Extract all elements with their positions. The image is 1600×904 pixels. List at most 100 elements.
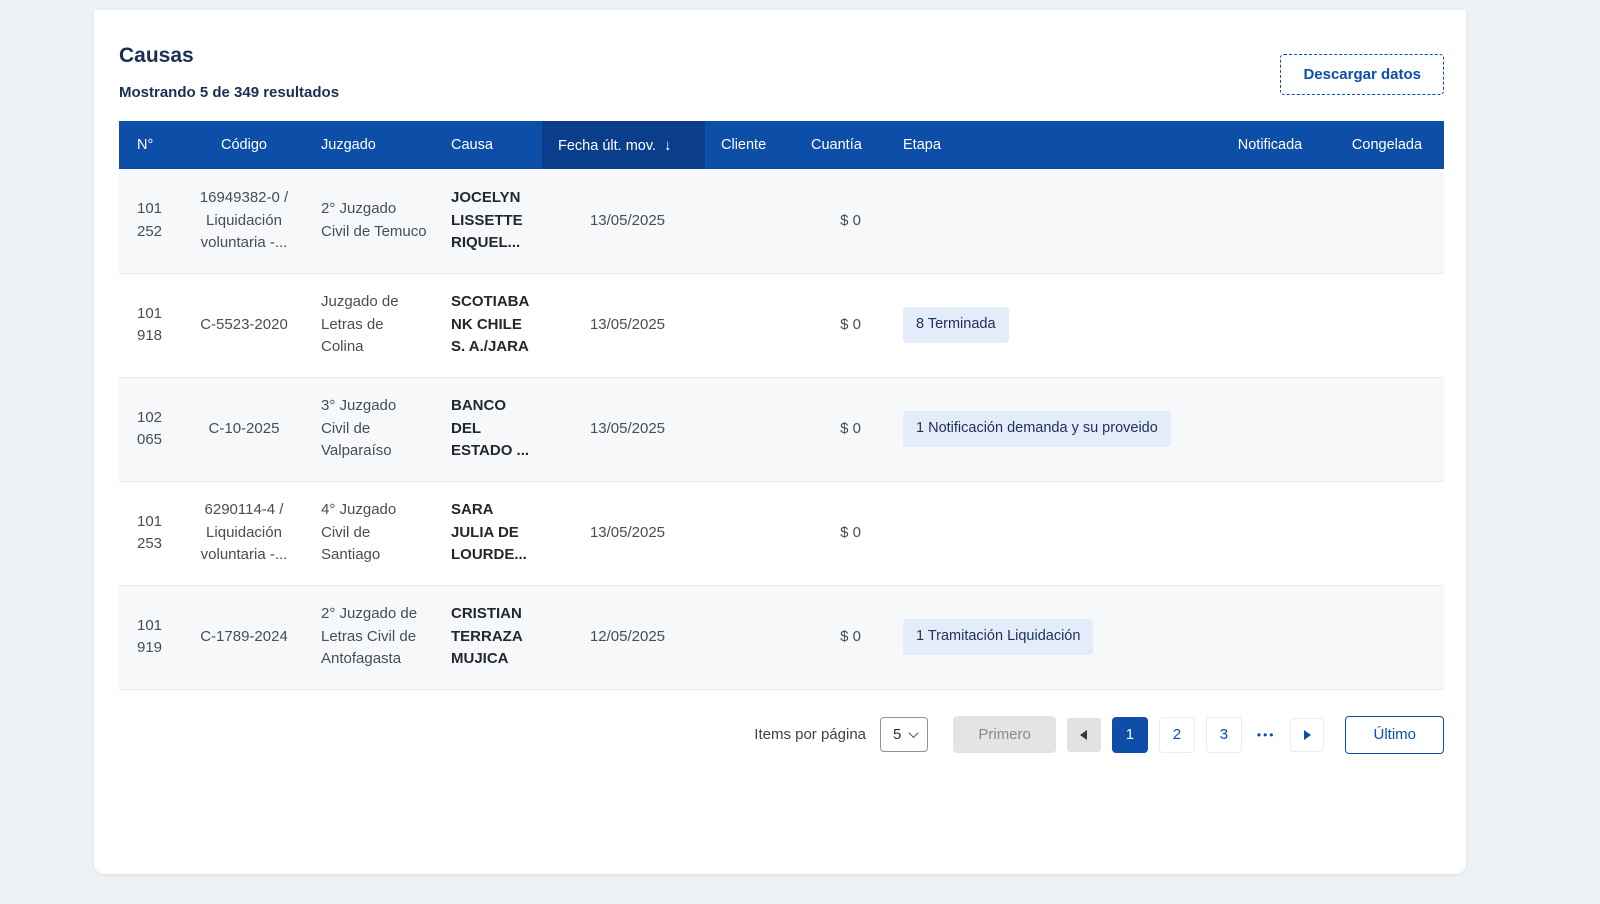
column-header-etapa[interactable]: Etapa xyxy=(875,121,1210,169)
cell-numero: 101 252 xyxy=(119,169,183,273)
cell-etapa xyxy=(875,169,1210,273)
cell-cuantia: $ 0 xyxy=(795,169,875,273)
download-data-button[interactable]: Descargar datos xyxy=(1280,54,1444,95)
cell-cliente xyxy=(705,169,795,273)
content-card: Causas Mostrando 5 de 349 resultados Des… xyxy=(94,10,1466,874)
cell-congelada xyxy=(1330,585,1444,689)
page-size-value: 5 xyxy=(893,726,901,743)
column-header-juzgado[interactable]: Juzgado xyxy=(305,121,435,169)
cell-fecha-ult-mov: 13/05/2025 xyxy=(542,481,705,585)
chevron-left-icon xyxy=(1080,730,1087,740)
table-row[interactable]: 101 253 6290114-4 / Liquidación voluntar… xyxy=(119,481,1444,585)
cell-codigo: 16949382-0 / Liquidación voluntaria -... xyxy=(183,169,305,273)
cell-cliente xyxy=(705,585,795,689)
column-header-fecha-ult-mov[interactable]: Fecha últ. mov. ↓ xyxy=(542,121,705,169)
cell-codigo: C-10-2025 xyxy=(183,377,305,481)
cell-numero: 101 919 xyxy=(119,585,183,689)
sort-descending-icon: ↓ xyxy=(664,137,672,154)
cell-notificada xyxy=(1210,273,1330,377)
etapa-badge: 1 Notificación demanda y su proveido xyxy=(903,411,1171,447)
cell-congelada xyxy=(1330,377,1444,481)
cell-codigo: C-5523-2020 xyxy=(183,273,305,377)
cell-cliente xyxy=(705,481,795,585)
title-block: Causas Mostrando 5 de 349 resultados xyxy=(119,40,339,101)
cell-congelada xyxy=(1330,481,1444,585)
column-header-notificada[interactable]: Notificada xyxy=(1210,121,1330,169)
cell-cliente xyxy=(705,273,795,377)
column-label: Cuantía xyxy=(811,137,862,153)
column-label: Etapa xyxy=(903,137,941,153)
cell-fecha-ult-mov: 13/05/2025 xyxy=(542,377,705,481)
column-label: Cliente xyxy=(721,137,766,153)
column-label: Fecha últ. mov. xyxy=(558,138,656,154)
first-page-button[interactable]: Primero xyxy=(953,716,1056,753)
page-button-2[interactable]: 2 xyxy=(1159,717,1195,753)
page-button-1[interactable]: 1 xyxy=(1112,717,1148,753)
page-button-3[interactable]: 3 xyxy=(1206,717,1242,753)
cell-juzgado: 2° Juzgado Civil de Temuco xyxy=(305,169,435,273)
page-header: Causas Mostrando 5 de 349 resultados Des… xyxy=(119,40,1444,121)
next-page-button[interactable] xyxy=(1290,718,1324,752)
table-body: 101 252 16949382-0 / Liquidación volunta… xyxy=(119,169,1444,689)
column-header-cliente[interactable]: Cliente xyxy=(705,121,795,169)
cell-codigo: C-1789-2024 xyxy=(183,585,305,689)
cell-congelada xyxy=(1330,273,1444,377)
cell-etapa: 8 Terminada xyxy=(875,273,1210,377)
previous-page-button[interactable] xyxy=(1067,718,1101,752)
column-label: Juzgado xyxy=(321,137,376,153)
cell-cuantia: $ 0 xyxy=(795,273,875,377)
column-label: N° xyxy=(137,137,153,153)
cell-causa: BANCO DEL ESTADO ... xyxy=(435,377,542,481)
cell-causa: JOCELYN LISSETTE RIQUEL... xyxy=(435,169,542,273)
page-size-select[interactable]: 5 xyxy=(880,717,928,752)
cell-juzgado: 4° Juzgado Civil de Santiago xyxy=(305,481,435,585)
items-per-page-label: Items por página xyxy=(754,726,866,743)
cell-notificada xyxy=(1210,169,1330,273)
chevron-right-icon xyxy=(1304,730,1311,740)
cell-etapa xyxy=(875,481,1210,585)
column-header-cuantia[interactable]: Cuantía xyxy=(795,121,875,169)
cell-fecha-ult-mov: 13/05/2025 xyxy=(542,273,705,377)
cell-causa: CRISTIAN TERRAZA MUJICA xyxy=(435,585,542,689)
pagination: Items por página 5 Primero 1 2 3 ••• Últ… xyxy=(119,716,1444,754)
cell-juzgado: Juzgado de Letras de Colina xyxy=(305,273,435,377)
cell-etapa: 1 Notificación demanda y su proveido xyxy=(875,377,1210,481)
column-header-causa[interactable]: Causa xyxy=(435,121,542,169)
cell-fecha-ult-mov: 12/05/2025 xyxy=(542,585,705,689)
table-row[interactable]: 101 918 C-5523-2020 Juzgado de Letras de… xyxy=(119,273,1444,377)
table-row[interactable]: 101 252 16949382-0 / Liquidación volunta… xyxy=(119,169,1444,273)
cell-codigo: 6290114-4 / Liquidación voluntaria -... xyxy=(183,481,305,585)
column-label: Congelada xyxy=(1352,137,1422,153)
table-header: N° Código Juzgado Causa Fecha últ. mov. ↓… xyxy=(119,121,1444,169)
column-label: Código xyxy=(221,137,267,153)
etapa-badge: 1 Tramitación Liquidación xyxy=(903,619,1093,655)
cell-cliente xyxy=(705,377,795,481)
results-summary: Mostrando 5 de 349 resultados xyxy=(119,84,339,101)
cell-notificada xyxy=(1210,585,1330,689)
cell-cuantia: $ 0 xyxy=(795,377,875,481)
last-page-button[interactable]: Último xyxy=(1345,716,1444,754)
causas-table: N° Código Juzgado Causa Fecha últ. mov. ↓… xyxy=(119,121,1444,690)
table-row[interactable]: 102 065 C-10-2025 3° Juzgado Civil de Va… xyxy=(119,377,1444,481)
cell-cuantia: $ 0 xyxy=(795,481,875,585)
cell-cuantia: $ 0 xyxy=(795,585,875,689)
cell-numero: 101 253 xyxy=(119,481,183,585)
cell-notificada xyxy=(1210,481,1330,585)
column-header-congelada[interactable]: Congelada xyxy=(1330,121,1444,169)
cell-numero: 101 918 xyxy=(119,273,183,377)
column-header-codigo[interactable]: Código xyxy=(183,121,305,169)
more-pages-button[interactable]: ••• xyxy=(1253,728,1280,742)
cell-congelada xyxy=(1330,169,1444,273)
etapa-badge: 8 Terminada xyxy=(903,307,1009,343)
cell-juzgado: 2° Juzgado de Letras Civil de Antofagast… xyxy=(305,585,435,689)
cell-etapa: 1 Tramitación Liquidación xyxy=(875,585,1210,689)
cell-causa: SCOTIABANK CHILE S. A./JARA xyxy=(435,273,542,377)
column-label: Notificada xyxy=(1238,137,1302,153)
page-title: Causas xyxy=(119,44,339,68)
column-label: Causa xyxy=(451,137,493,153)
cell-juzgado: 3° Juzgado Civil de Valparaíso xyxy=(305,377,435,481)
column-header-numero[interactable]: N° xyxy=(119,121,183,169)
cell-fecha-ult-mov: 13/05/2025 xyxy=(542,169,705,273)
chevron-down-icon xyxy=(909,728,919,738)
table-row[interactable]: 101 919 C-1789-2024 2° Juzgado de Letras… xyxy=(119,585,1444,689)
